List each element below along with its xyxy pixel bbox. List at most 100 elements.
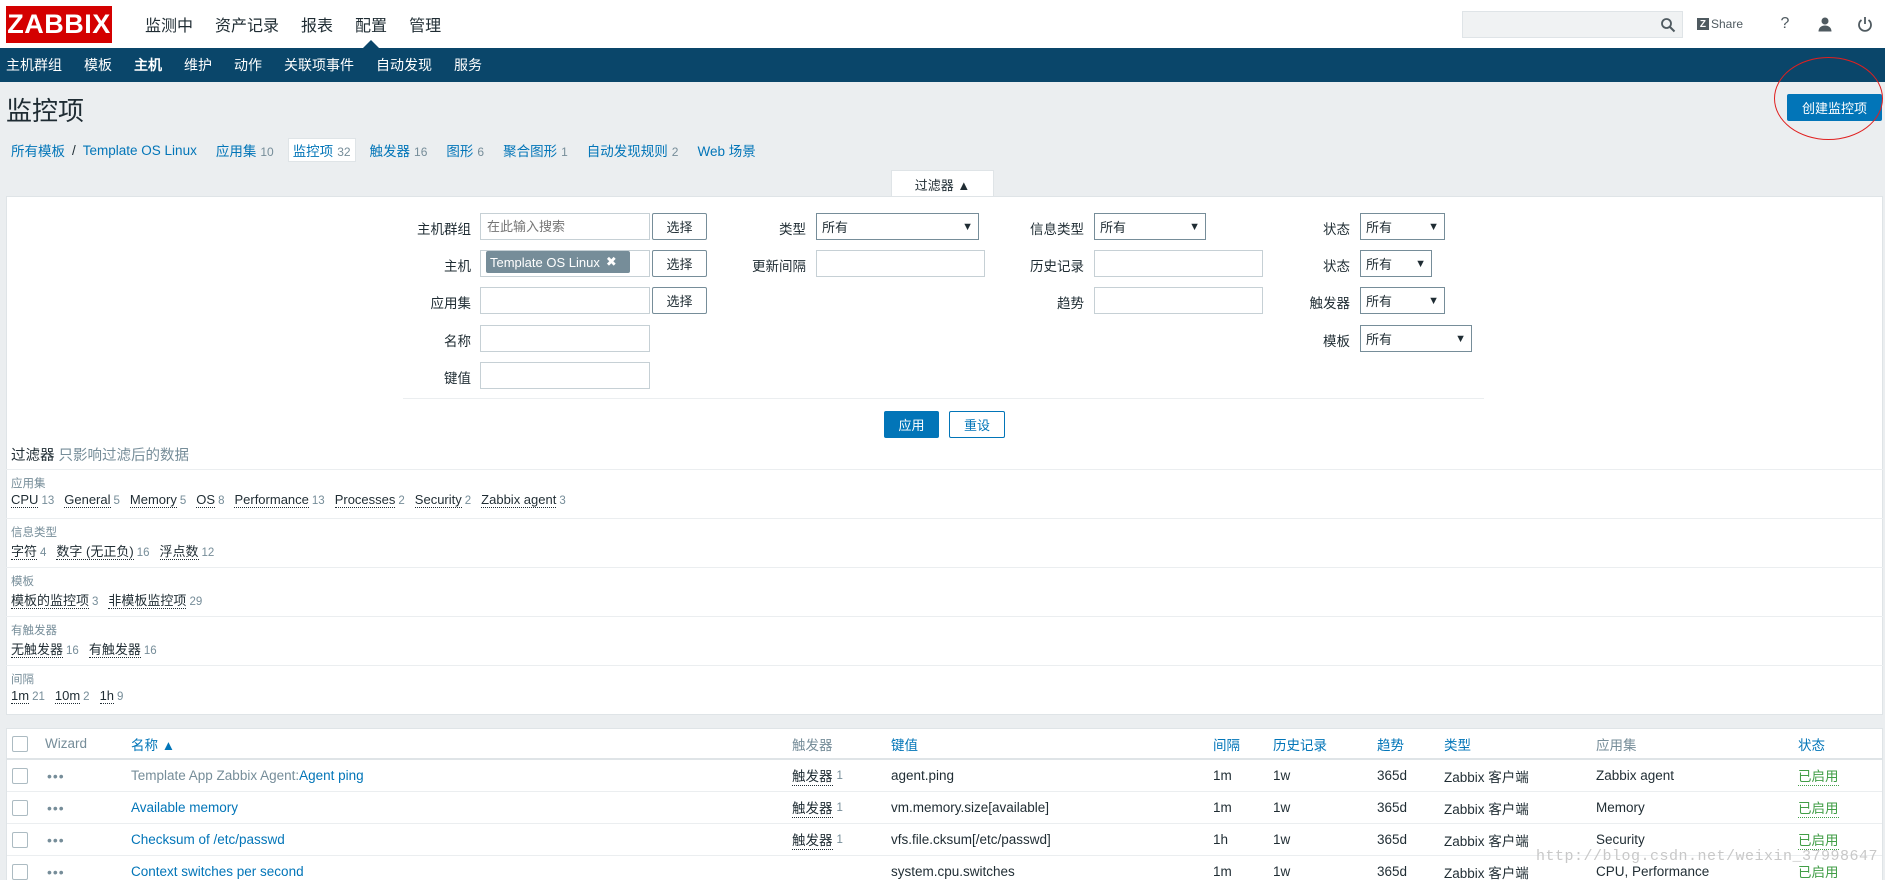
subnav-hosts[interactable]: 主机: [128, 55, 172, 75]
more-options-icon[interactable]: •••: [47, 760, 65, 791]
remove-tag-icon[interactable]: ✖: [606, 254, 617, 270]
menu-inventory[interactable]: 资产记录: [204, 0, 290, 48]
info-type-select[interactable]: 所有 ▼: [1094, 213, 1206, 240]
subfilter-value-name: Processes: [334, 492, 396, 508]
subfilter-value[interactable]: 1h 9: [99, 688, 123, 704]
subfilter-value[interactable]: 无触发器 16: [11, 639, 79, 658]
subfilter-value[interactable]: CPU 13: [11, 492, 54, 508]
subfilter-value[interactable]: Zabbix agent 3: [481, 492, 566, 508]
subnav-discovery[interactable]: 自动发现: [370, 55, 442, 75]
subfilter-value[interactable]: 字符 4: [11, 541, 46, 560]
triggers-link[interactable]: 触发器: [792, 797, 833, 818]
application-input[interactable]: [480, 287, 650, 314]
state-select[interactable]: 所有 ▼: [1360, 250, 1432, 277]
help-icon[interactable]: ?: [1765, 0, 1805, 48]
tab-discovery-rules[interactable]: 自动发现规则 2: [587, 140, 679, 160]
subfilter-value[interactable]: Performance 13: [234, 492, 325, 508]
tab-items[interactable]: 监控项 32: [287, 138, 356, 162]
reset-button[interactable]: 重设: [949, 411, 1005, 438]
triggers-link[interactable]: 触发器: [792, 765, 833, 786]
select-all-checkbox[interactable]: [12, 735, 28, 752]
item-name-link[interactable]: Context switches per second: [131, 864, 304, 879]
more-options-icon[interactable]: •••: [47, 856, 65, 880]
row-checkbox[interactable]: [12, 863, 28, 880]
item-status-toggle[interactable]: 已启用: [1798, 765, 1839, 786]
subfilter-value[interactable]: Security 2: [414, 492, 471, 508]
tab-applications[interactable]: 应用集 10: [216, 140, 274, 160]
tab-web-scenarios[interactable]: Web 场景: [697, 140, 755, 160]
col-name[interactable]: 名称 ▲: [131, 729, 175, 758]
item-status-toggle[interactable]: 已启用: [1798, 797, 1839, 818]
subfilter-value[interactable]: General 5: [64, 492, 120, 508]
item-name-link[interactable]: Available memory: [131, 800, 238, 815]
tab-triggers[interactable]: 触发器 16: [370, 140, 428, 160]
host-group-select-button[interactable]: 选择: [652, 213, 707, 240]
name-input[interactable]: [480, 325, 650, 352]
subfilter-value[interactable]: 数字 (无正负) 16: [56, 541, 150, 560]
subnav-templates[interactable]: 模板: [78, 55, 122, 75]
search-icon[interactable]: [1660, 17, 1676, 33]
menu-reports[interactable]: 报表: [290, 0, 344, 48]
col-status[interactable]: 状态: [1798, 729, 1825, 758]
sign-out-icon[interactable]: [1845, 0, 1885, 48]
col-interval[interactable]: 间隔: [1213, 729, 1240, 758]
row-checkbox[interactable]: [12, 831, 28, 848]
subfilter-value[interactable]: 有触发器 16: [88, 639, 157, 658]
item-name-link[interactable]: Agent ping: [299, 768, 364, 783]
more-options-icon[interactable]: •••: [47, 824, 65, 855]
history-input[interactable]: [1094, 250, 1263, 277]
user-profile-icon[interactable]: [1805, 0, 1845, 48]
key-input[interactable]: [480, 362, 650, 389]
menu-configuration[interactable]: 配置: [344, 0, 398, 48]
tab-graphs[interactable]: 图形 6: [446, 140, 484, 160]
subfilter-value-count: 8: [218, 495, 225, 507]
trigger-select[interactable]: 所有 ▼: [1360, 287, 1445, 314]
search-input[interactable]: [1462, 11, 1682, 37]
col-key[interactable]: 键值: [891, 729, 918, 758]
template-select[interactable]: 所有 ▼: [1360, 325, 1472, 352]
row-checkbox[interactable]: [12, 799, 28, 816]
application-label: 应用集: [430, 296, 472, 311]
subnav-maintenance[interactable]: 维护: [178, 55, 222, 75]
subfilter-value[interactable]: OS 8: [196, 492, 225, 508]
subnav-event-correlation[interactable]: 关联项事件: [278, 55, 364, 75]
menu-administration[interactable]: 管理: [398, 0, 452, 48]
col-trends[interactable]: 趋势: [1377, 729, 1404, 758]
tab-screens[interactable]: 聚合图形 1: [503, 140, 568, 160]
subfilter-value[interactable]: Processes 2: [334, 492, 405, 508]
subfilter-value-name: Performance: [234, 492, 309, 508]
subfilter-value[interactable]: 模板的监控项 3: [11, 590, 98, 609]
breadcrumb-all-templates[interactable]: 所有模板: [11, 140, 65, 160]
type-select[interactable]: 所有 ▼: [816, 213, 979, 240]
row-checkbox[interactable]: [12, 767, 28, 784]
zabbix-logo[interactable]: ZABBIX: [6, 5, 112, 43]
item-status-toggle[interactable]: 已启用: [1798, 829, 1839, 850]
interval-input[interactable]: [816, 250, 985, 277]
apply-button[interactable]: 应用: [884, 411, 939, 438]
subnav-actions[interactable]: 动作: [228, 55, 272, 75]
subfilter-value[interactable]: Memory 5: [129, 492, 186, 508]
breadcrumb-template[interactable]: Template OS Linux: [83, 143, 197, 158]
subfilter-value[interactable]: 非模板监控项 29: [108, 590, 202, 609]
more-options-icon[interactable]: •••: [47, 792, 65, 823]
chevron-down-icon: ▼: [1189, 220, 1200, 233]
status-select[interactable]: 所有 ▼: [1360, 213, 1445, 240]
subnav-host-groups[interactable]: 主机群组: [0, 55, 72, 75]
host-group-input[interactable]: [480, 213, 650, 240]
filter-toggle-tab[interactable]: 过滤器 ▲: [891, 170, 994, 197]
trend-input[interactable]: [1094, 287, 1263, 314]
chevron-down-icon: ▼: [1428, 294, 1439, 307]
col-type[interactable]: 类型: [1444, 729, 1471, 758]
triggers-link[interactable]: 触发器: [792, 829, 833, 850]
item-name-link[interactable]: Checksum of /etc/passwd: [131, 832, 285, 847]
subfilter-value[interactable]: 1m 21: [11, 688, 45, 704]
host-select-button[interactable]: 选择: [652, 250, 707, 277]
share-link[interactable]: Z Share: [1696, 17, 1743, 31]
subnav-services[interactable]: 服务: [448, 55, 492, 75]
subfilter-value[interactable]: 浮点数 12: [159, 541, 214, 560]
menu-monitoring[interactable]: 监测中: [134, 0, 204, 48]
subfilter-value[interactable]: 10m 2: [54, 688, 90, 704]
col-history[interactable]: 历史记录: [1273, 729, 1327, 758]
item-template-link[interactable]: Template App Zabbix Agent:: [131, 768, 299, 783]
application-select-button[interactable]: 选择: [652, 287, 707, 314]
